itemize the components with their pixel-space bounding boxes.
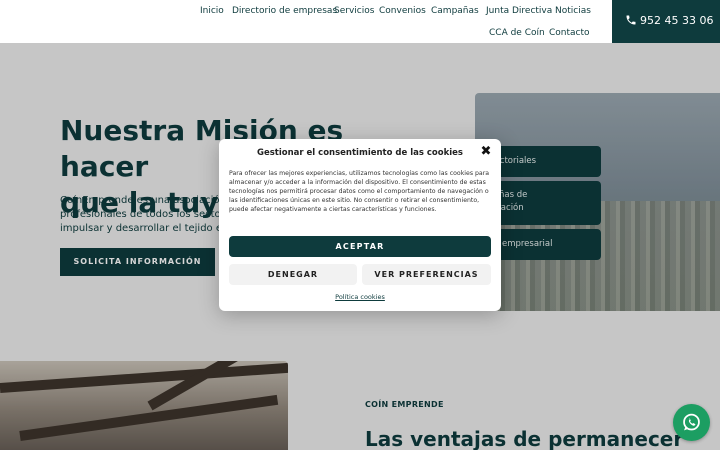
cookie-consent-modal: Gestionar el consentimiento de las cooki…: [219, 139, 501, 311]
nav-item-noticias[interactable]: Noticias: [555, 6, 591, 16]
nav-item-directorio[interactable]: Directorio de empresas: [232, 6, 337, 16]
nav-item-servicios[interactable]: Servicios: [334, 6, 374, 16]
deny-button[interactable]: DENEGAR: [229, 264, 357, 285]
modal-title: Gestionar el consentimiento de las cooki…: [256, 148, 463, 158]
cookie-policy-link[interactable]: Política cookies: [219, 293, 501, 301]
phone-icon: [626, 15, 636, 25]
close-icon[interactable]: ✖: [479, 145, 493, 159]
accept-button[interactable]: ACEPTAR: [229, 236, 491, 257]
preferences-button[interactable]: VER PREFERENCIAS: [362, 264, 491, 285]
nav-item-inicio[interactable]: Inicio: [200, 6, 224, 16]
whatsapp-button[interactable]: [673, 404, 710, 441]
phone-button[interactable]: 952 45 33 06: [612, 0, 720, 43]
phone-number: 952 45 33 06: [640, 14, 714, 27]
site-header: Inicio Directorio de empresas Servicios …: [0, 0, 720, 43]
nav-item-contacto[interactable]: Contacto: [549, 28, 590, 38]
nav-item-campanas[interactable]: Campañas: [431, 6, 479, 16]
modal-description: Para ofrecer las mejores experiencias, u…: [229, 170, 490, 213]
nav-item-convenios[interactable]: Convenios: [379, 6, 426, 16]
nav-item-cca-coin[interactable]: CCA de Coín: [489, 28, 545, 38]
main-nav: Inicio Directorio de empresas Servicios …: [190, 0, 610, 43]
whatsapp-icon: [683, 413, 700, 431]
nav-item-junta-directiva[interactable]: Junta Directiva: [486, 6, 552, 16]
